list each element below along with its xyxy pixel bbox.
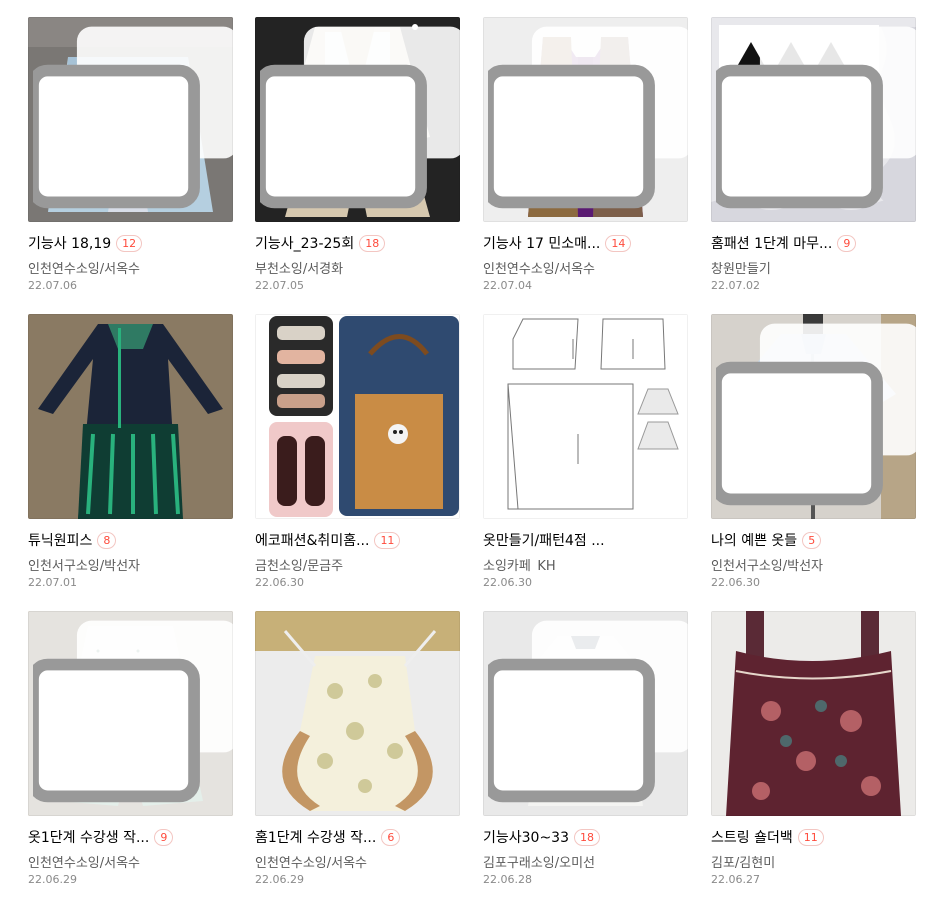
post-card[interactable]: 에코패션&취미홈... 11 금천소잉/문금주 22.06.30 <box>255 314 460 590</box>
post-thumbnail[interactable] <box>483 611 688 816</box>
post-title[interactable]: 기능사_23-25회 <box>255 233 354 253</box>
post-thumbnail[interactable] <box>28 611 233 816</box>
comment-count-badge: 18 <box>359 234 386 252</box>
comment-count-badge: 5 <box>802 531 822 549</box>
post-card[interactable]: 기능사 17 민소매... 14 인천연수소잉/서옥수 22.07.04 <box>483 17 688 293</box>
post-title[interactable]: 홈1단계 수강생 작... <box>255 827 376 847</box>
post-author[interactable]: 인천연수소잉/서옥수 <box>255 852 460 869</box>
multi-image-icon <box>716 26 916 209</box>
post-card[interactable]: 홈1단계 수강생 작... 6 인천연수소잉/서옥수 22.06.29 <box>255 611 460 887</box>
multi-image-icon <box>488 26 688 209</box>
comment-count-badge: 14 <box>605 234 632 252</box>
post-thumbnail[interactable] <box>28 314 233 519</box>
post-author[interactable]: 부천소잉/서경화 <box>255 258 460 275</box>
post-thumbnail[interactable] <box>711 314 916 519</box>
post-grid: 기능사 18,19 12 인천연수소잉/서옥수 22.07.06 기능사_23-… <box>0 0 941 902</box>
post-date: 22.06.30 <box>483 576 532 589</box>
post-date: 22.06.29 <box>28 873 77 886</box>
multi-image-icon <box>260 26 460 209</box>
post-date: 22.06.30 <box>255 576 304 589</box>
comment-count-badge: 11 <box>797 828 824 846</box>
sewing-pattern-photo <box>483 314 688 519</box>
post-author[interactable]: 인천연수소잉/서옥수 <box>28 258 233 275</box>
post-title[interactable]: 나의 예쁜 옷들 <box>711 530 797 550</box>
post-card[interactable]: 옷만들기/패턴4점 ... 소잉카페_KH 22.06.30 <box>483 314 688 590</box>
post-author[interactable]: 김포구래소잉/오미선 <box>483 852 688 869</box>
comment-count-badge: 9 <box>154 828 174 846</box>
post-thumbnail[interactable] <box>28 17 233 222</box>
post-card[interactable]: 홈패션 1단계 마무... 9 창원만들기 22.07.02 <box>711 17 916 293</box>
comment-count-badge: 18 <box>574 828 600 846</box>
post-author[interactable]: 인천서구소잉/박선자 <box>28 555 233 572</box>
post-title[interactable]: 홈패션 1단계 마무... <box>711 233 832 253</box>
comment-count-badge: 8 <box>97 531 117 549</box>
comment-count-badge: 12 <box>116 234 143 252</box>
post-title[interactable]: 옷만들기/패턴4점 ... <box>483 530 605 550</box>
post-date: 22.07.02 <box>711 279 760 292</box>
post-date: 22.07.06 <box>28 279 77 292</box>
multi-image-icon <box>33 620 233 803</box>
post-date: 22.06.29 <box>255 873 304 886</box>
post-thumbnail[interactable] <box>255 17 460 222</box>
post-card[interactable]: 기능사 18,19 12 인천연수소잉/서옥수 22.07.06 <box>28 17 233 293</box>
multi-image-icon <box>33 26 233 209</box>
tunic-dress-photo <box>28 314 233 519</box>
post-author[interactable]: 창원만들기 <box>711 258 916 275</box>
post-card[interactable]: 스트링 숄더백 11 김포/김현미 22.06.27 <box>711 611 916 887</box>
post-date: 22.06.30 <box>711 576 760 589</box>
post-author[interactable]: 금천소잉/문금주 <box>255 555 460 572</box>
post-date: 22.07.01 <box>28 576 77 589</box>
post-thumbnail[interactable] <box>255 611 460 816</box>
post-title[interactable]: 튜닉원피스 <box>28 530 92 550</box>
post-author[interactable]: 김포/김현미 <box>711 852 916 869</box>
post-title[interactable]: 에코패션&취미홈... <box>255 530 369 550</box>
post-card[interactable]: 기능사30~33 18 김포구래소잉/오미선 22.06.28 <box>483 611 688 887</box>
post-thumbnail[interactable] <box>255 314 460 519</box>
post-author[interactable]: 소잉카페_KH <box>483 555 688 572</box>
post-title[interactable]: 스트링 숄더백 <box>711 827 793 847</box>
multi-image-icon <box>716 323 916 506</box>
post-thumbnail[interactable] <box>483 314 688 519</box>
post-title[interactable]: 기능사 18,19 <box>28 233 111 253</box>
post-card[interactable]: 기능사_23-25회 18 부천소잉/서경화 22.07.05 <box>255 17 460 293</box>
post-date: 22.06.27 <box>711 873 760 886</box>
comment-count-badge: 11 <box>374 531 401 549</box>
apron-photo <box>255 611 460 816</box>
post-card[interactable]: 튜닉원피스 8 인천서구소잉/박선자 22.07.01 <box>28 314 233 590</box>
post-title[interactable]: 옷1단계 수강생 작... <box>28 827 149 847</box>
post-title[interactable]: 기능사30~33 <box>483 827 569 847</box>
post-date: 22.06.28 <box>483 873 532 886</box>
post-author[interactable]: 인천연수소잉/서옥수 <box>483 258 688 275</box>
string-shoulder-bag-photo <box>711 611 916 816</box>
post-thumbnail[interactable] <box>483 17 688 222</box>
post-author[interactable]: 인천서구소잉/박선자 <box>711 555 916 572</box>
post-thumbnail[interactable] <box>711 17 916 222</box>
post-card[interactable]: 옷1단계 수강생 작... 9 인천연수소잉/서옥수 22.06.29 <box>28 611 233 887</box>
comment-count-badge: 9 <box>837 234 857 252</box>
post-card[interactable]: 나의 예쁜 옷들 5 인천서구소잉/박선자 22.06.30 <box>711 314 916 590</box>
post-thumbnail[interactable] <box>711 611 916 816</box>
post-date: 22.07.05 <box>255 279 304 292</box>
post-author[interactable]: 인천연수소잉/서옥수 <box>28 852 233 869</box>
multi-image-icon <box>488 620 688 803</box>
comment-count-badge: 6 <box>381 828 401 846</box>
post-title[interactable]: 기능사 17 민소매... <box>483 233 600 253</box>
eco-bags-photo <box>255 314 460 519</box>
post-date: 22.07.04 <box>483 279 532 292</box>
